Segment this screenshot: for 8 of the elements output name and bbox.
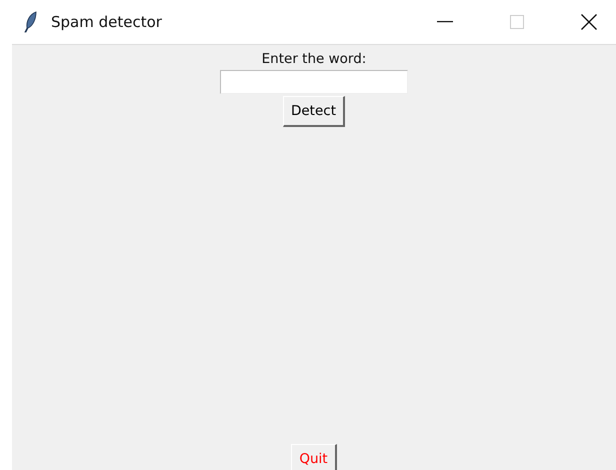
quit-button[interactable]: Quit (291, 444, 337, 470)
prompt-label: Enter the word: (262, 51, 366, 67)
word-input-field[interactable] (220, 70, 408, 94)
window-title: Spam detector (51, 13, 162, 31)
detect-button[interactable]: Detect (282, 96, 345, 127)
minimize-icon[interactable] (437, 21, 453, 23)
feather-icon (24, 11, 38, 33)
close-icon[interactable] (581, 14, 597, 30)
